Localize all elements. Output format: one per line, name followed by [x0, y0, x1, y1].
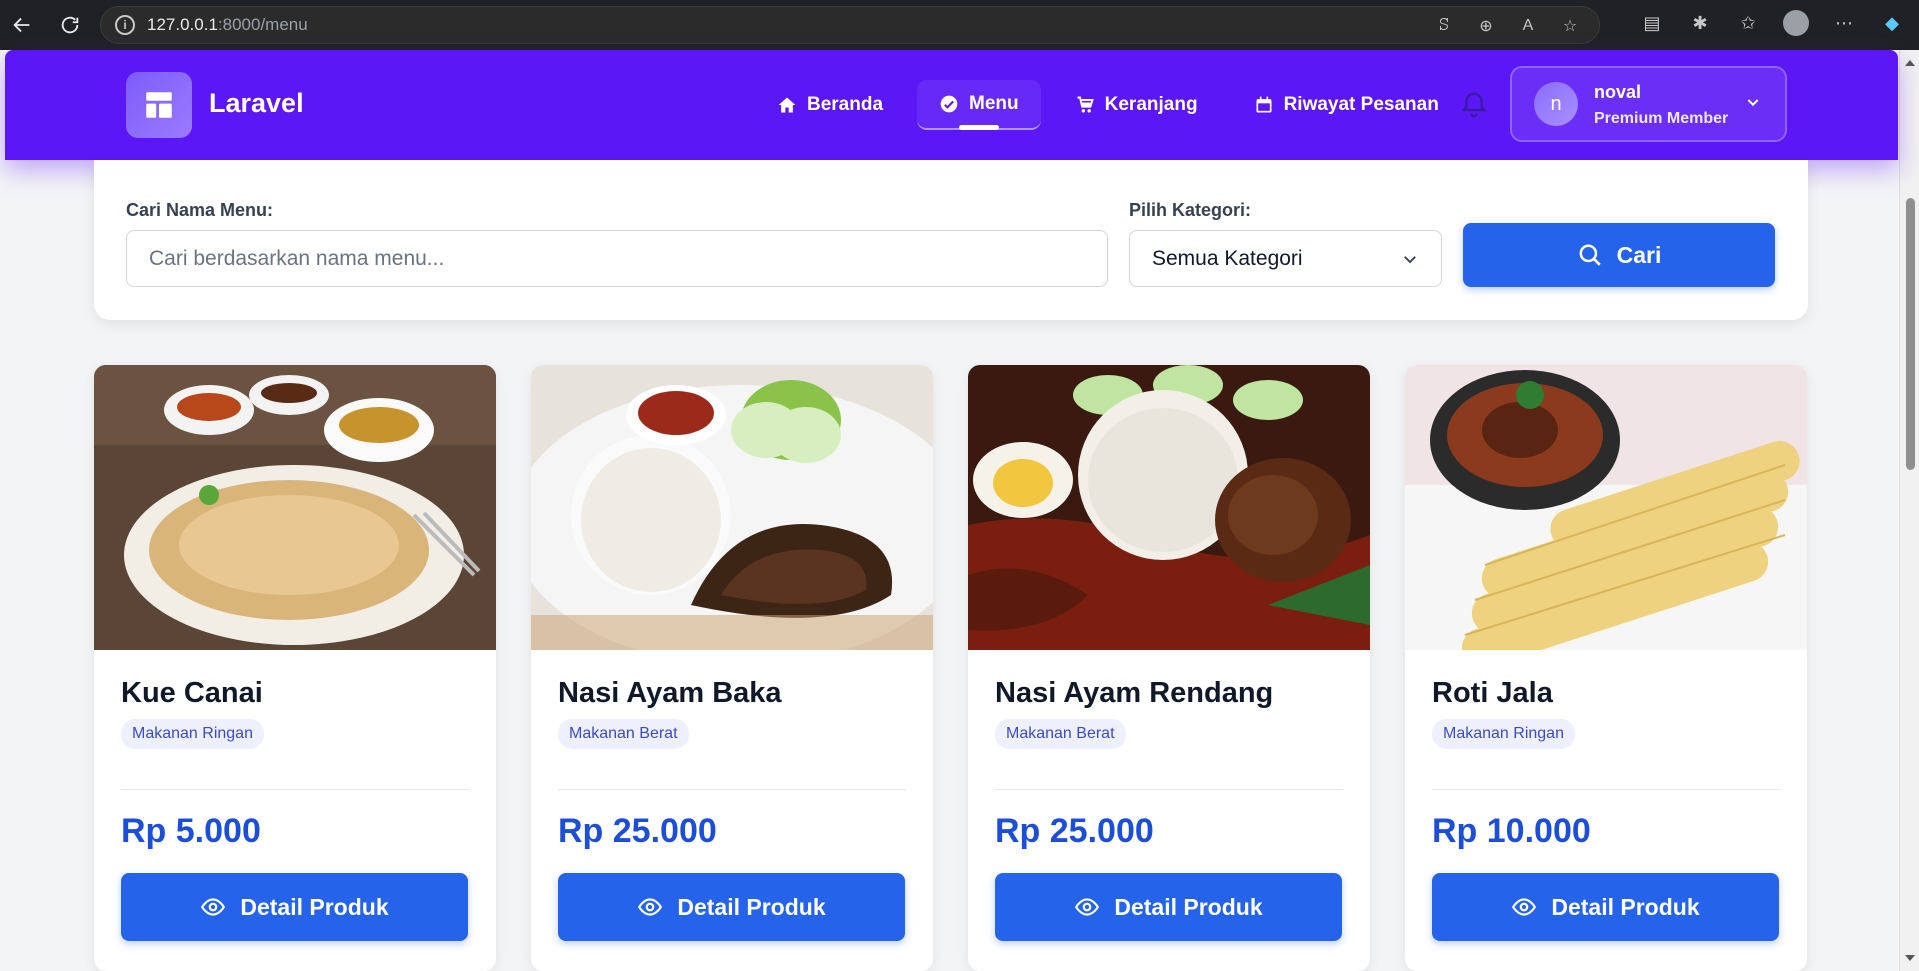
extension-page-icon[interactable]: ▤ [1639, 10, 1665, 36]
product-image[interactable] [531, 365, 933, 665]
nav-item-menu[interactable]: Menu [917, 80, 1041, 130]
profile-icon[interactable] [1783, 10, 1809, 36]
read-aloud-icon[interactable]: A [1517, 15, 1539, 37]
category-badge: Makanan Berat [995, 719, 1126, 749]
detail-button-label: Detail Produk [677, 893, 826, 920]
avatar: n [1534, 82, 1578, 126]
product-image[interactable] [1405, 365, 1807, 669]
extensions-icon[interactable]: ✱ [1687, 10, 1713, 36]
detail-product-button[interactable]: Detail Produk [558, 873, 905, 941]
scroll-down-icon[interactable] [1905, 955, 1915, 961]
search-name-label: Cari Nama Menu: [126, 200, 274, 220]
product-card: Nasi Ayam Baka Makanan Berat Rp 25.000 D… [531, 365, 933, 971]
category-badge: Makanan Ringan [1432, 719, 1575, 749]
eye-icon [201, 898, 226, 916]
eye-icon [1512, 898, 1537, 916]
browser-tools: ▤ ✱ ✩ ⋯ ◆ [1639, 10, 1905, 36]
scroll-up-icon[interactable] [1905, 60, 1915, 66]
user-menu[interactable]: n noval Premium Member [1510, 66, 1787, 142]
main-nav: Beranda Menu Keranjang Riwayat Pesanan [755, 80, 1473, 130]
menu-icon [940, 95, 958, 113]
divider [1432, 789, 1780, 790]
page-scrollbar[interactable] [1899, 50, 1919, 971]
product-name: Nasi Ayam Rendang [995, 677, 1274, 709]
app-navbar: Laravel Beranda Menu Keranjang Riwayat P… [5, 50, 1898, 160]
detail-button-label: Detail Produk [240, 893, 389, 920]
brand-name[interactable]: Laravel [209, 88, 304, 119]
product-name: Kue Canai [121, 677, 263, 709]
chevron-down-icon [1404, 255, 1416, 263]
calendar-icon [1256, 96, 1272, 113]
eye-icon [638, 898, 663, 916]
favorite-star-icon[interactable]: ☆ [1559, 15, 1581, 37]
detail-button-label: Detail Produk [1114, 893, 1263, 920]
app-logo[interactable] [126, 72, 192, 138]
browser-toolbar: i 127.0.0.1:8000/menu ꕶ ⊕ A ☆ ▤ ✱ ✩ ⋯ ◆ [0, 0, 1919, 50]
product-card: Roti Jala Makanan Ringan Rp 10.000 Detai… [1405, 365, 1807, 971]
category-label: Pilih Kategori: [1129, 200, 1252, 220]
zoom-icon[interactable]: ⊕ [1475, 15, 1497, 37]
address-bar-actions: ꕶ ⊕ A ☆ [1433, 15, 1581, 37]
divider [995, 789, 1343, 790]
product-card: Nasi Ayam Rendang Makanan Berat Rp 25.00… [968, 365, 1370, 971]
detail-product-button[interactable]: Detail Produk [995, 873, 1342, 941]
product-card: Kue Canai Makanan Ringan Rp 5.000 Detail… [94, 365, 496, 971]
cart-icon [1077, 96, 1094, 113]
url-text: 127.0.0.1:8000/menu [147, 15, 308, 34]
nav-item-label: Beranda [807, 94, 884, 115]
divider [121, 789, 469, 790]
product-image[interactable] [94, 365, 496, 650]
category-badge: Makanan Ringan [121, 719, 264, 749]
translate-icon[interactable]: ꕶ [1433, 15, 1455, 37]
category-selected-value: Semua Kategori [1152, 246, 1303, 270]
search-button-label: Cari [1616, 241, 1662, 268]
category-select[interactable]: Semua Kategori [1129, 230, 1442, 287]
search-panel: Cari Nama Menu: Pilih Kategori: Semua Ka… [94, 160, 1808, 320]
nav-item-riwayat-pesanan[interactable]: Riwayat Pesanan [1232, 80, 1461, 130]
search-button[interactable]: Cari [1463, 223, 1775, 287]
reload-icon[interactable] [52, 7, 88, 43]
copilot-icon[interactable]: ◆ [1879, 10, 1905, 36]
more-icon[interactable]: ⋯ [1831, 10, 1857, 36]
back-icon[interactable] [4, 7, 40, 43]
search-icon [1579, 244, 1601, 266]
detail-button-label: Detail Produk [1551, 893, 1700, 920]
product-name: Roti Jala [1432, 677, 1553, 709]
nav-item-beranda[interactable]: Beranda [755, 80, 905, 130]
product-image[interactable] [968, 365, 1370, 650]
category-badge: Makanan Berat [558, 719, 689, 749]
site-info-icon[interactable]: i [115, 15, 135, 35]
user-name: noval [1594, 82, 1642, 102]
nav-item-keranjang[interactable]: Keranjang [1053, 80, 1220, 130]
detail-product-button[interactable]: Detail Produk [121, 873, 468, 941]
nav-item-label: Menu [969, 93, 1019, 114]
product-price: Rp 25.000 [995, 812, 1154, 850]
chevron-down-icon [1747, 99, 1759, 107]
product-name: Nasi Ayam Baka [558, 677, 782, 709]
address-bar[interactable]: i 127.0.0.1:8000/menu ꕶ ⊕ A ☆ [100, 6, 1600, 44]
product-price: Rp 10.000 [1432, 812, 1591, 850]
nav-item-label: Riwayat Pesanan [1283, 94, 1439, 115]
search-input[interactable] [126, 230, 1108, 287]
nav-item-label: Keranjang [1104, 94, 1198, 115]
favorites-icon[interactable]: ✩ [1735, 10, 1761, 36]
product-price: Rp 25.000 [558, 812, 717, 850]
layout-icon [146, 92, 172, 118]
divider [558, 789, 906, 790]
detail-product-button[interactable]: Detail Produk [1432, 873, 1779, 941]
user-role: Premium Member [1594, 110, 1729, 127]
bell-icon[interactable] [1459, 90, 1489, 120]
product-price: Rp 5.000 [121, 812, 261, 850]
scrollbar-thumb[interactable] [1906, 198, 1915, 470]
eye-icon [1075, 898, 1100, 916]
home-icon [778, 97, 796, 113]
